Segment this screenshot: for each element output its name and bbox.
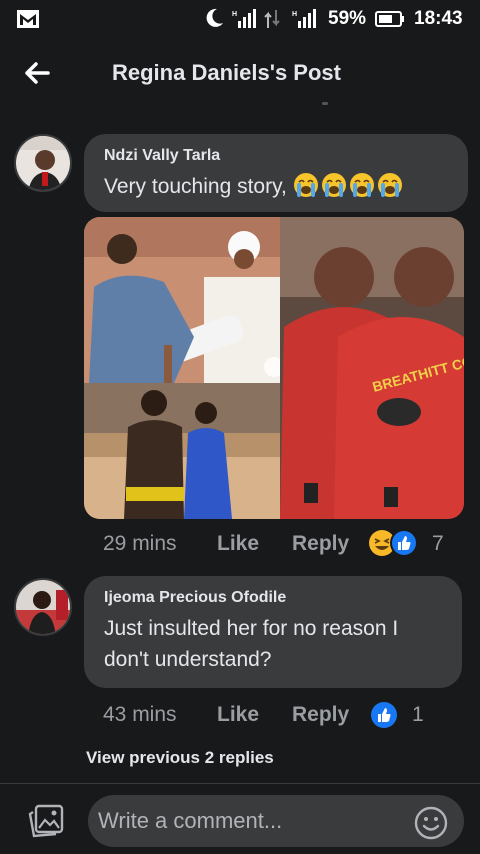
loudly-crying-face-icon (321, 173, 346, 197)
mail-icon (17, 10, 39, 28)
comment-time: 29 mins (103, 532, 177, 555)
comment-composer (0, 783, 480, 854)
status-bar: H H 59% 18:43 (0, 0, 480, 38)
avatar[interactable] (14, 134, 72, 192)
like-button[interactable]: Like (217, 703, 259, 727)
comment-bubble[interactable]: Ijeoma Precious Ofodile Just insulted he… (84, 576, 462, 688)
battery-icon (375, 11, 404, 27)
comment-actions: 43 mins Like Reply (103, 703, 463, 729)
avatar[interactable] (14, 578, 72, 636)
photo-collage-image: BREATHITT CO. (84, 217, 464, 519)
signal-icon: H (232, 9, 256, 28)
comment-text: Very touching story, (104, 171, 448, 202)
comment-author[interactable]: Ijeoma Precious Ofodile (104, 589, 442, 607)
comment-author[interactable]: Ndzi Vally Tarla (104, 147, 448, 165)
comment-bubble[interactable]: Ndzi Vally Tarla Very touching story, (84, 134, 468, 212)
reply-button[interactable]: Reply (292, 532, 349, 556)
crying-emojis (293, 173, 405, 198)
like-button[interactable]: Like (217, 532, 259, 556)
comment-photo-attachment[interactable]: BREATHITT CO. (84, 217, 464, 519)
loudly-crying-face-icon (377, 173, 402, 197)
reaction-count[interactable]: 7 (432, 532, 444, 556)
view-previous-replies-link[interactable]: View previous 2 replies (86, 748, 274, 768)
comment-input[interactable] (88, 795, 464, 847)
reaction-icons[interactable] (368, 528, 420, 558)
like-icon[interactable] (369, 700, 399, 730)
reply-button[interactable]: Reply (292, 703, 349, 727)
page-title: Regina Daniels's Post (112, 60, 341, 85)
comment-text-content: Very touching story, (104, 175, 287, 198)
loudly-crying-face-icon (293, 173, 318, 197)
arrow-left-icon[interactable] (22, 58, 52, 88)
clock: 18:43 (414, 8, 463, 29)
signal-icon: H (292, 9, 316, 28)
avatar-image (16, 580, 70, 634)
scroll-indicator (322, 102, 328, 105)
smile-icon[interactable] (414, 806, 448, 840)
avatar-image (16, 136, 70, 190)
moon-icon (206, 8, 223, 27)
svg-text:H: H (232, 11, 237, 18)
battery-percent: 59% (328, 8, 367, 29)
comment-text: Just insulted her for no reason I don't … (104, 617, 399, 671)
comment-time: 43 mins (103, 703, 177, 726)
like-icon (390, 529, 418, 557)
photo-icon[interactable] (28, 804, 64, 838)
reaction-count[interactable]: 1 (412, 703, 424, 727)
data-icon (264, 10, 280, 28)
post-header: Regina Daniels's Post (0, 38, 480, 108)
loudly-crying-face-icon (349, 173, 374, 197)
svg-text:H: H (292, 11, 297, 18)
